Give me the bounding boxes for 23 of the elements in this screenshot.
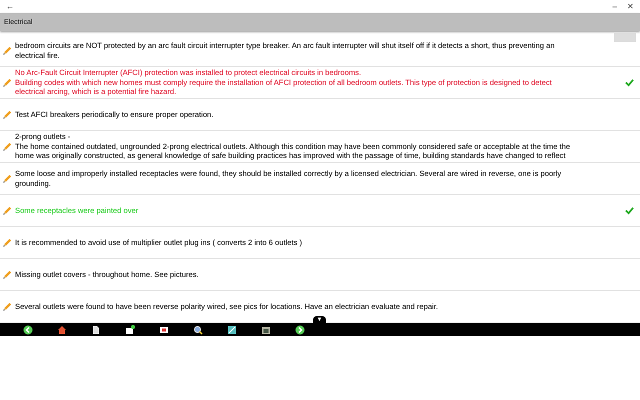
pencil-icon[interactable] [2, 238, 12, 248]
close-button[interactable]: ✕ [627, 2, 634, 11]
search-icon[interactable] [193, 324, 203, 334]
pencil-icon[interactable] [2, 46, 12, 56]
back-icon[interactable] [23, 324, 33, 334]
add-folder-icon[interactable] [125, 324, 135, 334]
pencil-icon[interactable] [2, 78, 12, 88]
minimize-button[interactable]: – [612, 2, 617, 11]
back-button[interactable]: ← [6, 2, 14, 11]
image-icon[interactable] [227, 324, 237, 334]
pencil-icon[interactable] [2, 110, 12, 120]
gallery-icon[interactable] [261, 324, 271, 334]
pencil-icon[interactable] [2, 174, 12, 184]
pencil-icon[interactable] [2, 142, 12, 152]
document-icon[interactable] [91, 324, 101, 334]
pencil-icon[interactable] [2, 302, 12, 312]
check-icon[interactable] [625, 78, 634, 87]
home-icon[interactable] [57, 324, 67, 334]
pencil-icon[interactable] [2, 270, 12, 280]
photo-icon[interactable] [159, 324, 169, 334]
pencil-icon[interactable] [2, 206, 12, 216]
next-icon[interactable] [295, 324, 305, 334]
check-icon[interactable] [625, 206, 634, 215]
